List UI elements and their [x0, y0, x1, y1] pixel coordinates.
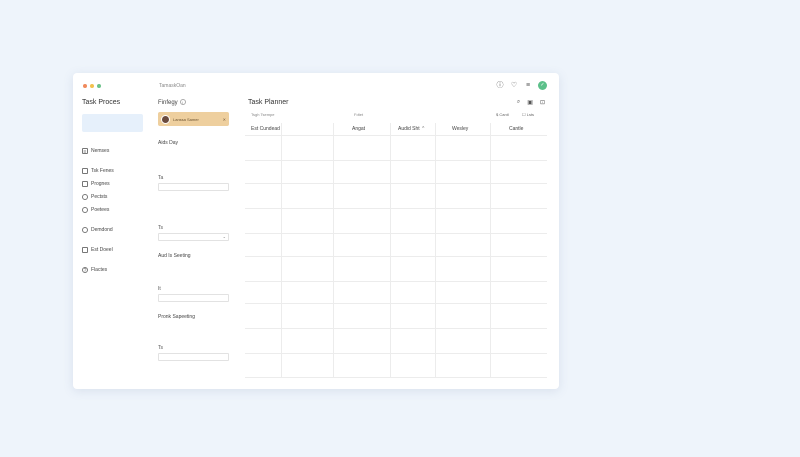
user-card[interactable]: Lanssa Samer ✕: [158, 112, 229, 126]
search-icon[interactable]: ⌕: [517, 99, 520, 106]
checkbox-icon: [82, 180, 88, 187]
menu-icon[interactable]: ≡: [524, 82, 532, 90]
maximize-window-dot[interactable]: [97, 84, 101, 88]
cantl-button[interactable]: $ Cantl: [496, 112, 509, 117]
edit-icon: ☐: [522, 112, 526, 117]
column-header[interactable]: Wesley: [452, 126, 468, 132]
sidebar-item-label: Est Doeel: [91, 246, 113, 253]
sidebar-item-nemses[interactable]: ≡ Nemses: [82, 144, 146, 157]
grid-column-line: [435, 123, 436, 377]
sidebar-item-poetees[interactable]: Poetees: [82, 203, 146, 216]
sidebar-item-label: Demdond: [91, 226, 113, 233]
close-icon[interactable]: ✕: [223, 117, 226, 122]
grid-row-line: [245, 183, 547, 184]
field-label: It: [158, 286, 161, 292]
heart-icon[interactable]: ♡: [510, 82, 518, 90]
chevron-down-icon: ⌄: [222, 234, 226, 239]
grid-row-line: [245, 233, 547, 234]
sidebar-item-flactes[interactable]: ? Flactes: [82, 263, 146, 276]
settings-panel: Finfegy i Lanssa Samer ✕ Aids Day Ta Ts ⌄…: [158, 99, 230, 361]
sidebar-title: Task Proces: [82, 99, 121, 106]
field-label: Ts: [158, 225, 163, 231]
grid-column-line: [281, 123, 282, 377]
window-controls: [83, 84, 101, 88]
planner-toolbar: ⌕ ▣ ⊡: [517, 99, 545, 106]
info-icon[interactable]: i: [179, 99, 186, 105]
grid-row-line: [245, 281, 547, 282]
grid-row-line: [245, 353, 547, 354]
grid-row-line: [245, 208, 547, 209]
sidebar-item-pectsts[interactable]: Pectsts: [82, 190, 146, 203]
help-icon[interactable]: ⓘ: [496, 82, 504, 90]
grid-column-line: [333, 123, 334, 377]
sidebar-item-label: Prognes: [91, 180, 110, 187]
sidebar-item-label: Nemses: [91, 147, 110, 154]
circle-icon: [82, 193, 88, 200]
section-title-pronk-sapeeting: Pronk Sapeeting: [158, 314, 195, 320]
dollar-icon: $: [496, 112, 499, 117]
close-window-dot[interactable]: [83, 84, 87, 88]
dropdown-field[interactable]: ⌄: [158, 233, 229, 241]
sidebar-item-label: Flactes: [91, 266, 108, 273]
section-title-aids-day: Aids Day: [158, 140, 179, 146]
sidebar-item-tsk-fenes[interactable]: Tsk Fenes: [82, 164, 146, 177]
sidebar-item-demdond[interactable]: Demdond: [82, 223, 146, 236]
task-grid: Est Cundead Angat Audid Sht ⌃ Wesley Can…: [245, 123, 547, 378]
grid-row-line: [245, 303, 547, 304]
circle-icon: [82, 226, 88, 233]
lsts-button[interactable]: ☐ Lsts: [522, 112, 534, 117]
avatar: [161, 114, 170, 124]
task-planner: Task Planner ⌕ ▣ ⊡ Tsgh Tsempe Fdtet $ C…: [245, 99, 549, 378]
field-label: Ta: [158, 175, 164, 181]
text-field-3[interactable]: [158, 294, 229, 302]
lock-icon[interactable]: ⊡: [540, 99, 545, 106]
text-field-1[interactable]: [158, 183, 229, 191]
sidebar-item-label: Tsk Fenes: [91, 167, 114, 174]
grid-row-line: [245, 328, 547, 329]
subheader-label: Fdtet: [354, 112, 364, 117]
column-header[interactable]: Angat: [352, 126, 365, 132]
sidebar-item-prognes[interactable]: Prognes: [82, 177, 146, 190]
field-label: Ts: [158, 345, 163, 351]
settings-heading: Finfegy i: [158, 99, 230, 106]
grid-column-line: [390, 123, 391, 377]
bag-icon[interactable]: ▣: [527, 99, 533, 106]
subheader-label: Tsgh Tsempe: [251, 112, 275, 117]
checkbox-icon: [82, 246, 88, 253]
checkbox-icon: [82, 167, 88, 174]
grid-row-line: [245, 377, 547, 378]
window-title: TamaskOan: [159, 83, 186, 89]
grid-row-line: [245, 160, 547, 161]
list-icon: ≡: [82, 147, 88, 155]
sidebar-item-label: Poetees: [91, 206, 110, 213]
text-field-4[interactable]: [158, 353, 229, 361]
grid-row-line: [245, 135, 547, 136]
status-icon[interactable]: ✓: [538, 81, 547, 90]
column-header[interactable]: Cantle: [509, 126, 523, 132]
sidebar-item-est-doeel[interactable]: Est Doeel: [82, 243, 146, 256]
circle-icon: [82, 206, 88, 213]
user-name: Lanssa Samer: [173, 116, 199, 122]
sidebar-item-label: Pectsts: [91, 193, 108, 200]
grid-row-line: [245, 256, 547, 257]
sidebar-search-box[interactable]: [82, 114, 143, 132]
app-window: TamaskOan ⓘ ♡ ≡ ✓ Task Proces ≡ Nemses T…: [73, 73, 559, 389]
column-header[interactable]: Est Cundead: [251, 126, 280, 132]
sidebar: Task Proces ≡ Nemses Tsk Fenes Prognes P…: [82, 99, 146, 276]
column-header[interactable]: Audid Sht ⌃: [398, 126, 425, 132]
grid-column-line: [490, 123, 491, 377]
help-circle-icon: ?: [82, 266, 88, 274]
minimize-window-dot[interactable]: [90, 84, 94, 88]
top-toolbar: ⓘ ♡ ≡ ✓: [496, 81, 547, 90]
planner-title: Task Planner: [248, 99, 289, 106]
section-title-aud-setting: Aud Is Seeting: [158, 253, 191, 259]
